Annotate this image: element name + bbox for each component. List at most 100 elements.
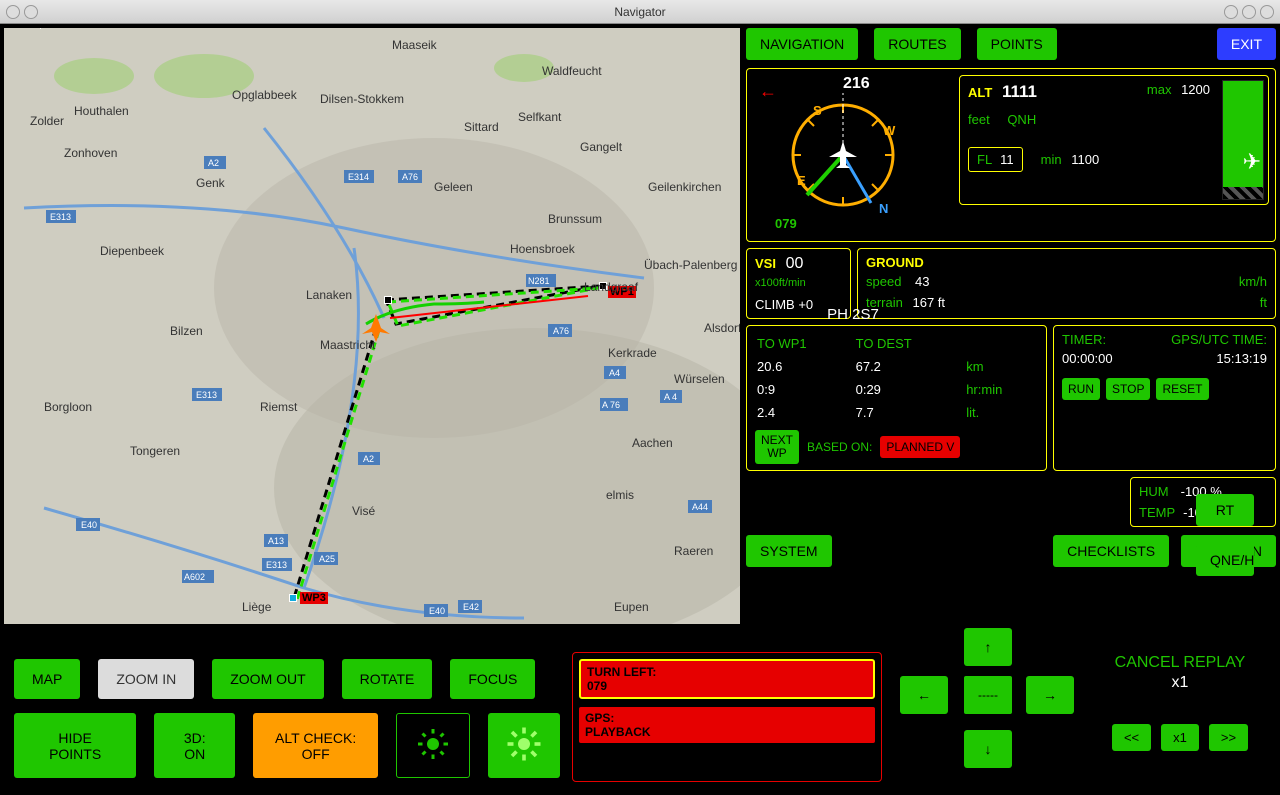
callsign-label: PH 2S7	[753, 306, 953, 323]
window-title: Navigator	[614, 5, 665, 19]
zoom-out-button[interactable]: ZOOM OUT	[212, 659, 323, 699]
gps-time-value: 15:13:19	[1216, 351, 1267, 366]
waypoint-handle[interactable]	[289, 594, 297, 602]
compass: ← 216 S W E N	[753, 75, 953, 235]
svg-text:N: N	[879, 201, 888, 216]
replay-forward-button[interactable]: >>	[1209, 724, 1248, 751]
svg-text:S: S	[813, 103, 822, 118]
waypoint-handle[interactable]	[599, 282, 607, 290]
timer-value: 00:00:00	[1062, 351, 1113, 366]
compass-rose-icon: S W E N	[763, 75, 923, 225]
map-controls: MAP ZOOM IN ZOOM OUT ROTATE FOCUS HIDE P…	[14, 659, 560, 792]
routes-button[interactable]: ROUTES	[874, 28, 960, 60]
pan-down-button[interactable]: ↓	[964, 730, 1012, 768]
svg-text:A25: A25	[319, 554, 335, 564]
window-btn-c[interactable]	[1260, 5, 1274, 19]
pan-right-button[interactable]: →	[1026, 676, 1074, 714]
distance-panel: TO WP1 TO DEST 20.667.2km 0:90:29hr:min …	[746, 325, 1047, 471]
svg-text:E42: E42	[463, 602, 479, 612]
brightness-up-button[interactable]	[488, 713, 560, 778]
next-wp-button[interactable]: NEXT WP	[755, 430, 799, 464]
pan-center-label: -----	[964, 676, 1012, 714]
window-close-icon[interactable]	[6, 5, 20, 19]
map-button[interactable]: MAP	[14, 659, 80, 699]
window-titlebar: Navigator	[0, 0, 1280, 24]
sun-dim-icon	[415, 726, 451, 762]
replay-rewind-button[interactable]: <<	[1112, 724, 1151, 751]
planned-v-button[interactable]: PLANNED V	[880, 436, 960, 458]
replay-speed-label: x1	[1092, 674, 1268, 692]
pan-up-button[interactable]: ↑	[964, 628, 1012, 666]
svg-text:A 76: A 76	[602, 400, 620, 410]
turn-alert: TURN LEFT: 079	[579, 659, 875, 699]
points-button[interactable]: POINTS	[977, 28, 1057, 60]
rt-button[interactable]: RT	[1196, 494, 1254, 526]
speed-value: 43	[915, 274, 929, 289]
svg-text:A76: A76	[402, 172, 418, 182]
vsi-unit: x100ft/min	[755, 277, 842, 289]
replay-speed-button[interactable]: x1	[1161, 724, 1199, 751]
svg-text:E313: E313	[196, 390, 217, 400]
stop-button[interactable]: STOP	[1106, 378, 1150, 400]
waypoint-label-wp1: WP1	[608, 286, 636, 298]
alt-check-toggle[interactable]: ALT CHECK: OFF	[253, 713, 378, 778]
checklists-button[interactable]: CHECKLISTS	[1053, 535, 1169, 567]
cancel-replay-label[interactable]: CANCEL REPLAY	[1092, 654, 1268, 672]
window-min-icon[interactable]	[24, 5, 38, 19]
alert-panel: TURN LEFT: 079 GPS: PLAYBACK	[572, 652, 882, 782]
qnh-label: QNH	[1007, 112, 1036, 127]
pan-dpad: ↑ ← ----- → ↓	[898, 628, 1076, 768]
window-btn-b[interactable]	[1242, 5, 1256, 19]
sun-bright-icon	[506, 726, 542, 762]
rotate-button[interactable]: ROTATE	[342, 659, 433, 699]
svg-text:A2: A2	[363, 454, 374, 464]
pan-left-button[interactable]: ←	[900, 676, 948, 714]
top-nav-row: NAVIGATION ROUTES POINTS EXIT	[746, 28, 1276, 60]
svg-text:E314: E314	[348, 172, 369, 182]
three-d-toggle[interactable]: 3D: ON	[154, 713, 235, 778]
plane-icon: ✈	[1243, 149, 1261, 175]
waypoint-label-wp3: WP3	[300, 592, 328, 604]
map-view[interactable]: E313 A2 E314 A76 E313 E40 A2 A13 E313 A2…	[4, 28, 740, 624]
target-heading-value: 079	[775, 216, 797, 231]
qneh-button[interactable]: QNE/H	[1196, 544, 1254, 576]
alt-max-value: 1200	[1181, 82, 1210, 97]
exit-button[interactable]: EXIT	[1217, 28, 1276, 60]
focus-button[interactable]: FOCUS	[450, 659, 535, 699]
gps-alert: GPS: PLAYBACK	[579, 707, 875, 743]
svg-text:E313: E313	[266, 560, 287, 570]
svg-text:A 4: A 4	[664, 392, 677, 402]
svg-text:W: W	[883, 123, 896, 138]
svg-text:A2: A2	[208, 158, 219, 168]
window-btn-a[interactable]	[1224, 5, 1238, 19]
waypoint-handle[interactable]	[384, 296, 392, 304]
replay-controls: CANCEL REPLAY x1 << x1 >>	[1092, 654, 1268, 751]
brightness-down-button[interactable]	[396, 713, 470, 778]
flight-level-field[interactable]: FL 11	[968, 147, 1023, 172]
alt-min-value: 1100	[1071, 152, 1099, 167]
alt-value: 1111	[1002, 82, 1037, 101]
svg-text:E40: E40	[429, 606, 445, 616]
instrument-panel: ← 216 S W E N	[746, 68, 1276, 242]
altitude-bar: ✈	[1222, 80, 1264, 200]
alt-label: ALT	[968, 85, 992, 100]
run-button[interactable]: RUN	[1062, 378, 1100, 400]
navigation-button[interactable]: NAVIGATION	[746, 28, 858, 60]
zoom-in-button[interactable]: ZOOM IN	[98, 659, 194, 699]
altitude-panel: ALT 1111 max 1200 feet QNH FL 11	[959, 75, 1269, 205]
svg-text:N281: N281	[528, 276, 550, 286]
hide-points-button[interactable]: HIDE POINTS	[14, 713, 136, 778]
svg-text:E313: E313	[50, 212, 71, 222]
vsi-value: 00	[786, 255, 804, 272]
based-on-label: BASED ON:	[807, 440, 872, 454]
svg-text:A76: A76	[553, 326, 569, 336]
svg-text:A44: A44	[692, 502, 708, 512]
svg-text:A13: A13	[268, 536, 284, 546]
svg-text:A4: A4	[609, 368, 620, 378]
alt-unit: feet	[968, 112, 990, 127]
svg-text:E40: E40	[81, 520, 97, 530]
svg-text:A602: A602	[184, 572, 205, 582]
reset-button[interactable]: RESET	[1156, 378, 1208, 400]
system-button[interactable]: SYSTEM	[746, 535, 832, 567]
timer-panel: TIMER: GPS/UTC TIME: 00:00:00 15:13:19 R…	[1053, 325, 1276, 471]
